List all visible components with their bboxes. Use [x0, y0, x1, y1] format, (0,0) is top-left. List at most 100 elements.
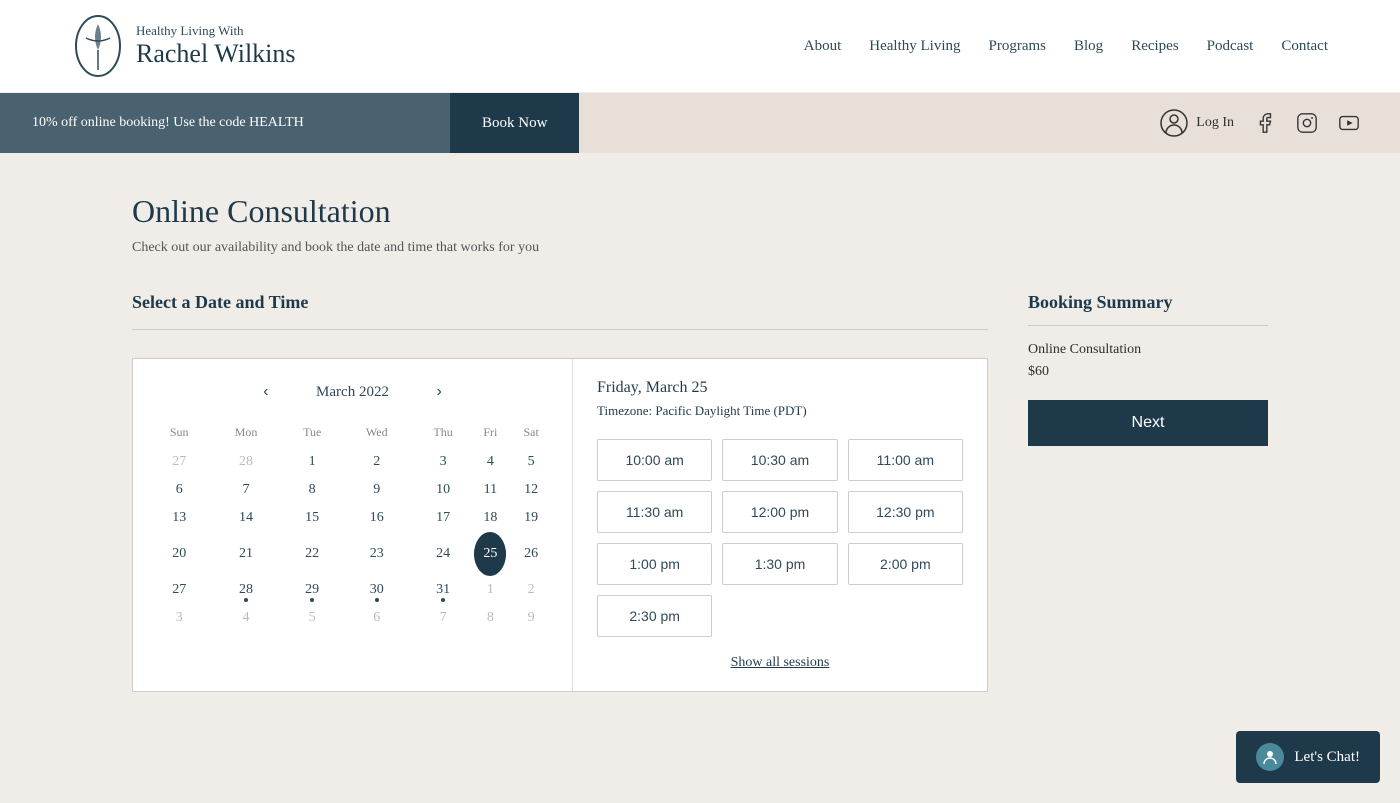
- time-slot-button[interactable]: 1:30 pm: [722, 543, 837, 585]
- calendar-day[interactable]: 8: [283, 476, 342, 504]
- calendar-day[interactable]: 31: [412, 576, 475, 604]
- chat-avatar-icon: [1261, 748, 1279, 766]
- nav-blog[interactable]: Blog: [1074, 38, 1103, 55]
- calendar-day[interactable]: 5: [283, 604, 342, 632]
- calendar-day[interactable]: 9: [506, 604, 556, 632]
- calendar-day[interactable]: 1: [474, 576, 506, 604]
- nav-recipes[interactable]: Recipes: [1131, 38, 1178, 55]
- calendar-day[interactable]: 28: [209, 576, 282, 604]
- calendar-day[interactable]: 26: [506, 532, 556, 576]
- calendar-dot: [244, 598, 248, 602]
- cal-header-tue: Tue: [283, 421, 342, 448]
- calendar-day[interactable]: 16: [342, 504, 412, 532]
- calendar-day[interactable]: 27: [149, 448, 209, 476]
- book-now-button[interactable]: Book Now: [450, 93, 579, 153]
- calendar-day[interactable]: 22: [283, 532, 342, 576]
- page-subtitle: Check out our availability and book the …: [132, 240, 1268, 256]
- calendar-day[interactable]: 10: [412, 476, 475, 504]
- calendar-day[interactable]: 8: [474, 604, 506, 632]
- main-nav: About Healthy Living Programs Blog Recip…: [804, 38, 1328, 55]
- show-all-link[interactable]: Show all sessions: [731, 655, 830, 670]
- calendar-day[interactable]: 13: [149, 504, 209, 532]
- show-all-sessions[interactable]: Show all sessions: [597, 653, 963, 671]
- time-slots-grid: 10:00 am10:30 am 11:00 am 11:30 am12:00 pm…: [597, 439, 963, 637]
- logo[interactable]: Healthy Living With Rachel Wilkins: [72, 12, 296, 80]
- time-slot-button[interactable]: 11:30 am: [597, 491, 712, 533]
- nav-podcast[interactable]: Podcast: [1207, 38, 1254, 55]
- logo-subtitle: Healthy Living With: [136, 23, 296, 39]
- calendar-day[interactable]: 11: [474, 476, 506, 504]
- calendar-day[interactable]: 24: [412, 532, 475, 576]
- calendar-day[interactable]: 20: [149, 532, 209, 576]
- calendar-day[interactable]: 6: [149, 476, 209, 504]
- time-slot-button[interactable]: 1:00 pm: [597, 543, 712, 585]
- calendar-section: ‹ March 2022 › Sun Mon Tue Wed: [133, 359, 573, 691]
- calendar-day[interactable]: 6: [342, 604, 412, 632]
- calendar-day[interactable]: 21: [209, 532, 282, 576]
- left-panel: Select a Date and Time ‹ March 2022 ›: [132, 292, 988, 692]
- booking-summary-panel: Booking Summary Online Consultation $60 …: [1028, 292, 1268, 692]
- instagram-icon[interactable]: [1296, 112, 1318, 134]
- calendar-dot: [375, 598, 379, 602]
- nav-contact[interactable]: Contact: [1281, 38, 1328, 55]
- calendar-day[interactable]: 27: [149, 576, 209, 604]
- time-slot-button[interactable]: 2:30 pm: [597, 595, 712, 637]
- time-slot-button[interactable]: 10:30 am: [722, 439, 837, 481]
- calendar-day[interactable]: 4: [209, 604, 282, 632]
- time-slot-button[interactable]: 12:00 pm: [722, 491, 837, 533]
- calendar-dot: [441, 598, 445, 602]
- booking-bar-right: Log In: [579, 93, 1400, 153]
- calendar-day[interactable]: 5: [506, 448, 556, 476]
- calendar-time-container: ‹ March 2022 › Sun Mon Tue Wed: [132, 358, 988, 692]
- calendar-day[interactable]: 29: [283, 576, 342, 604]
- user-icon: [1160, 109, 1188, 137]
- cal-header-thu: Thu: [412, 421, 475, 448]
- calendar-day[interactable]: 19: [506, 504, 556, 532]
- calendar-prev-button[interactable]: ‹: [255, 379, 276, 405]
- nav-programs[interactable]: Programs: [989, 38, 1047, 55]
- next-button[interactable]: Next: [1028, 400, 1268, 446]
- time-slot-button[interactable]: 12:30 pm: [848, 491, 963, 533]
- calendar-day[interactable]: 9: [342, 476, 412, 504]
- chat-avatar: [1256, 743, 1284, 771]
- facebook-icon[interactable]: [1254, 112, 1276, 134]
- youtube-icon[interactable]: [1338, 112, 1360, 134]
- calendar-month-year: March 2022: [293, 384, 413, 401]
- calendar-day[interactable]: 7: [412, 604, 475, 632]
- calendar-day[interactable]: 14: [209, 504, 282, 532]
- booking-summary-divider: [1028, 325, 1268, 326]
- calendar-day[interactable]: 28: [209, 448, 282, 476]
- calendar-day[interactable]: 17: [412, 504, 475, 532]
- nav-about[interactable]: About: [804, 38, 842, 55]
- calendar-day[interactable]: 2: [342, 448, 412, 476]
- calendar-grid: Sun Mon Tue Wed Thu Fri Sat 27281234: [149, 421, 556, 632]
- calendar-day[interactable]: 1: [283, 448, 342, 476]
- login-label: Log In: [1196, 115, 1234, 131]
- logo-icon: [72, 12, 124, 80]
- calendar-day[interactable]: 3: [412, 448, 475, 476]
- calendar-day[interactable]: 12: [506, 476, 556, 504]
- calendar-day[interactable]: 2: [506, 576, 556, 604]
- calendar-day[interactable]: 7: [209, 476, 282, 504]
- booking-summary-title: Booking Summary: [1028, 292, 1268, 313]
- time-slot-button[interactable]: 2:00 pm: [848, 543, 963, 585]
- cal-header-fri: Fri: [474, 421, 506, 448]
- calendar-day[interactable]: 23: [342, 532, 412, 576]
- calendar-day[interactable]: 3: [149, 604, 209, 632]
- select-date-time-title: Select a Date and Time: [132, 292, 988, 313]
- time-slot-button[interactable]: 10:00 am: [597, 439, 712, 481]
- calendar-day[interactable]: 4: [474, 448, 506, 476]
- calendar-dot: [310, 598, 314, 602]
- time-slot-button[interactable]: 11:00 am: [848, 439, 963, 481]
- booking-price: $60: [1028, 364, 1268, 380]
- promo-text: 10% off online booking! Use the code HEA…: [0, 93, 450, 153]
- chat-button[interactable]: Let's Chat!: [1236, 731, 1380, 783]
- login-area[interactable]: Log In: [1160, 109, 1234, 137]
- calendar-next-button[interactable]: ›: [429, 379, 450, 405]
- calendar-day[interactable]: 18: [474, 504, 506, 532]
- nav-healthy-living[interactable]: Healthy Living: [869, 38, 960, 55]
- cal-header-sat: Sat: [506, 421, 556, 448]
- calendar-day[interactable]: 25: [474, 532, 506, 576]
- calendar-day[interactable]: 15: [283, 504, 342, 532]
- calendar-day[interactable]: 30: [342, 576, 412, 604]
